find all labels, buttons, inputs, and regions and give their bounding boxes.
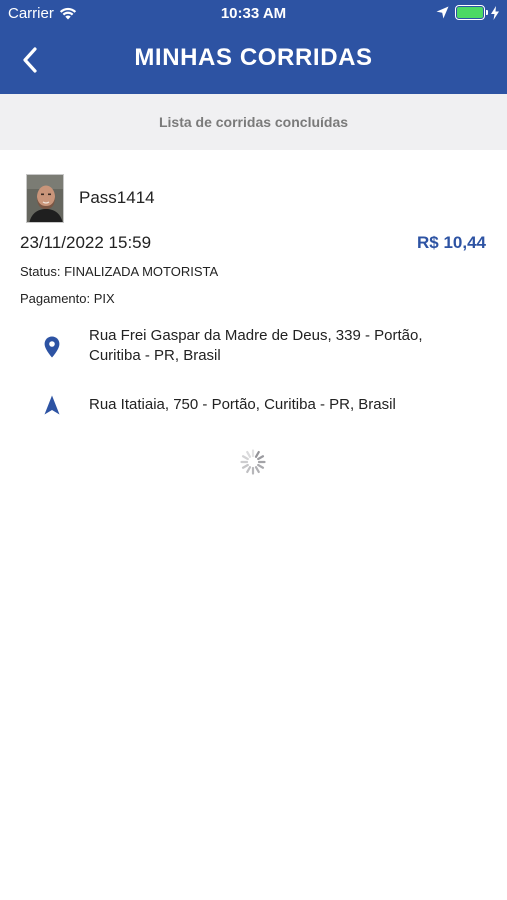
spinner-spoke xyxy=(246,466,252,474)
wifi-icon xyxy=(59,7,76,20)
carrier-info: Carrier xyxy=(8,5,77,22)
origin-line-1: Rua Frei Gaspar da Madre de Deus, 339 - … xyxy=(89,327,423,344)
battery-icon xyxy=(455,5,488,20)
spinner-spoke xyxy=(257,463,265,469)
payment-method: Pagamento: PIX xyxy=(20,291,115,306)
destination-address: Rua Itatiaia, 750 - Portão, Curitiba - P… xyxy=(0,394,507,418)
spinner-icon xyxy=(240,449,266,475)
spinner-spoke xyxy=(241,463,249,469)
ride-datetime: 23/11/2022 15:59 xyxy=(20,233,152,252)
ride-price: R$ 10,44 xyxy=(417,233,486,252)
app-header: Carrier 10:33 AM MINHAS CORRIDAS xyxy=(0,0,507,94)
list-subheader: Lista de corridas concluídas xyxy=(0,94,507,150)
avatar xyxy=(26,174,64,223)
passenger-photo xyxy=(27,175,63,222)
location-arrow-icon xyxy=(436,6,449,19)
spinner-spoke xyxy=(246,450,252,458)
status-bar: Carrier 10:33 AM xyxy=(0,0,507,28)
spinner-spoke xyxy=(257,455,265,461)
subheader-text: Lista de corridas concluídas xyxy=(158,114,349,130)
battery-fill xyxy=(457,7,483,18)
page-title: MINHAS CORRIDAS xyxy=(134,44,373,71)
passenger-name: Pass1414 xyxy=(79,188,155,207)
back-button[interactable] xyxy=(14,44,46,76)
origin-line-2: Curitiba - PR, Brasil xyxy=(89,347,221,364)
status-indicators xyxy=(436,5,499,20)
spinner-spoke xyxy=(254,450,260,458)
spinner-spoke xyxy=(254,466,260,474)
destination-text: Rua Itatiaia, 750 - Portão, Curitiba - P… xyxy=(89,396,396,413)
origin-address: Rua Frei Gaspar da Madre de Deus, 339 - … xyxy=(0,326,507,370)
carrier-label: Carrier xyxy=(8,5,54,22)
chevron-left-icon xyxy=(23,47,37,73)
spinner-spoke xyxy=(241,455,249,461)
navigation-arrow-icon xyxy=(42,394,62,416)
page-title-wrap: MINHAS CORRIDAS xyxy=(0,44,507,72)
navigation-bar: MINHAS CORRIDAS xyxy=(0,28,507,94)
origin-text: Rua Frei Gaspar da Madre de Deus, 339 - … xyxy=(89,326,479,366)
ride-status: Status: FINALIZADA MOTORISTA xyxy=(20,264,219,279)
charging-bolt-icon xyxy=(491,5,499,20)
map-pin-icon xyxy=(42,336,62,358)
